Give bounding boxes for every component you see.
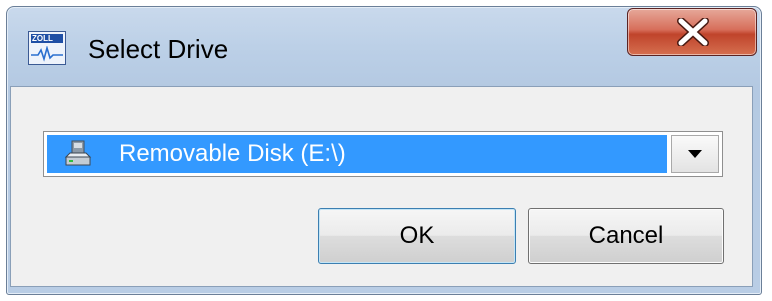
- drive-select-value: Removable Disk (E:\): [119, 140, 346, 167]
- drive-select-highlight: Removable Disk (E:\): [47, 135, 667, 173]
- close-button[interactable]: [627, 8, 757, 56]
- app-icon: ZOLL: [28, 31, 66, 65]
- ok-button[interactable]: OK: [318, 208, 516, 264]
- drive-select-dropdown-button[interactable]: [671, 135, 719, 173]
- window-title: Select Drive: [88, 34, 229, 64]
- ecg-waveform-icon: [31, 46, 63, 62]
- removable-disk-icon: [64, 140, 92, 166]
- close-icon: [677, 18, 709, 46]
- drive-select[interactable]: Removable Disk (E:\): [43, 131, 723, 177]
- cancel-button[interactable]: Cancel: [528, 208, 724, 264]
- chevron-down-icon: [688, 150, 702, 158]
